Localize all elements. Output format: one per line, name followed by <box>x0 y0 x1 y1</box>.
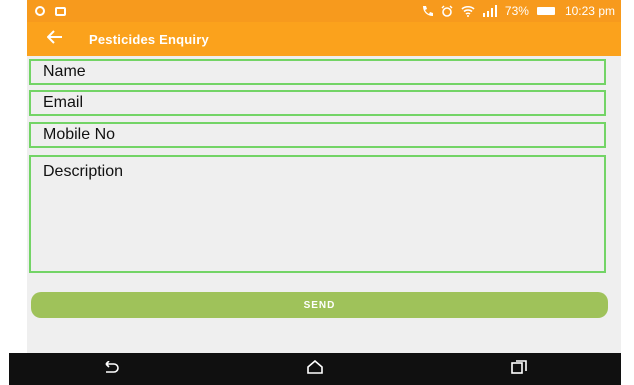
arrow-left-icon <box>46 29 63 49</box>
home-icon <box>307 359 323 379</box>
status-time: 10:23 pm <box>564 4 615 18</box>
phone-icon <box>421 5 433 17</box>
recents-icon <box>511 359 527 379</box>
back-icon <box>102 360 120 378</box>
email-placeholder: Email <box>43 94 84 111</box>
nav-recents-button[interactable] <box>499 353 539 385</box>
status-right: 73% 10:23 pm <box>421 4 621 18</box>
circle-notification-icon <box>35 6 45 16</box>
enquiry-form: Name Email Mobile No Description SEND <box>27 56 621 354</box>
app-bar: Pesticides Enquiry <box>27 22 621 56</box>
back-button[interactable] <box>37 22 73 56</box>
signal-icon <box>482 5 497 17</box>
name-field[interactable]: Name <box>29 59 606 85</box>
screen-icon <box>55 6 66 16</box>
status-bar: 73% 10:23 pm <box>27 0 621 22</box>
battery-icon <box>536 7 555 15</box>
alarm-icon <box>441 5 453 17</box>
send-button[interactable]: SEND <box>31 292 608 318</box>
status-left <box>27 6 66 16</box>
mobile-placeholder: Mobile No <box>43 126 116 143</box>
name-placeholder: Name <box>43 63 86 80</box>
mobile-field[interactable]: Mobile No <box>29 122 606 148</box>
description-placeholder: Description <box>43 163 124 180</box>
nav-back-button[interactable] <box>91 353 131 385</box>
nav-home-button[interactable] <box>295 353 335 385</box>
description-field[interactable]: Description <box>29 155 606 273</box>
wifi-icon <box>461 5 475 17</box>
page-title: Pesticides Enquiry <box>89 31 209 47</box>
battery-percent: 73% <box>504 4 529 18</box>
email-field[interactable]: Email <box>29 90 606 116</box>
navigation-bar <box>9 353 621 385</box>
